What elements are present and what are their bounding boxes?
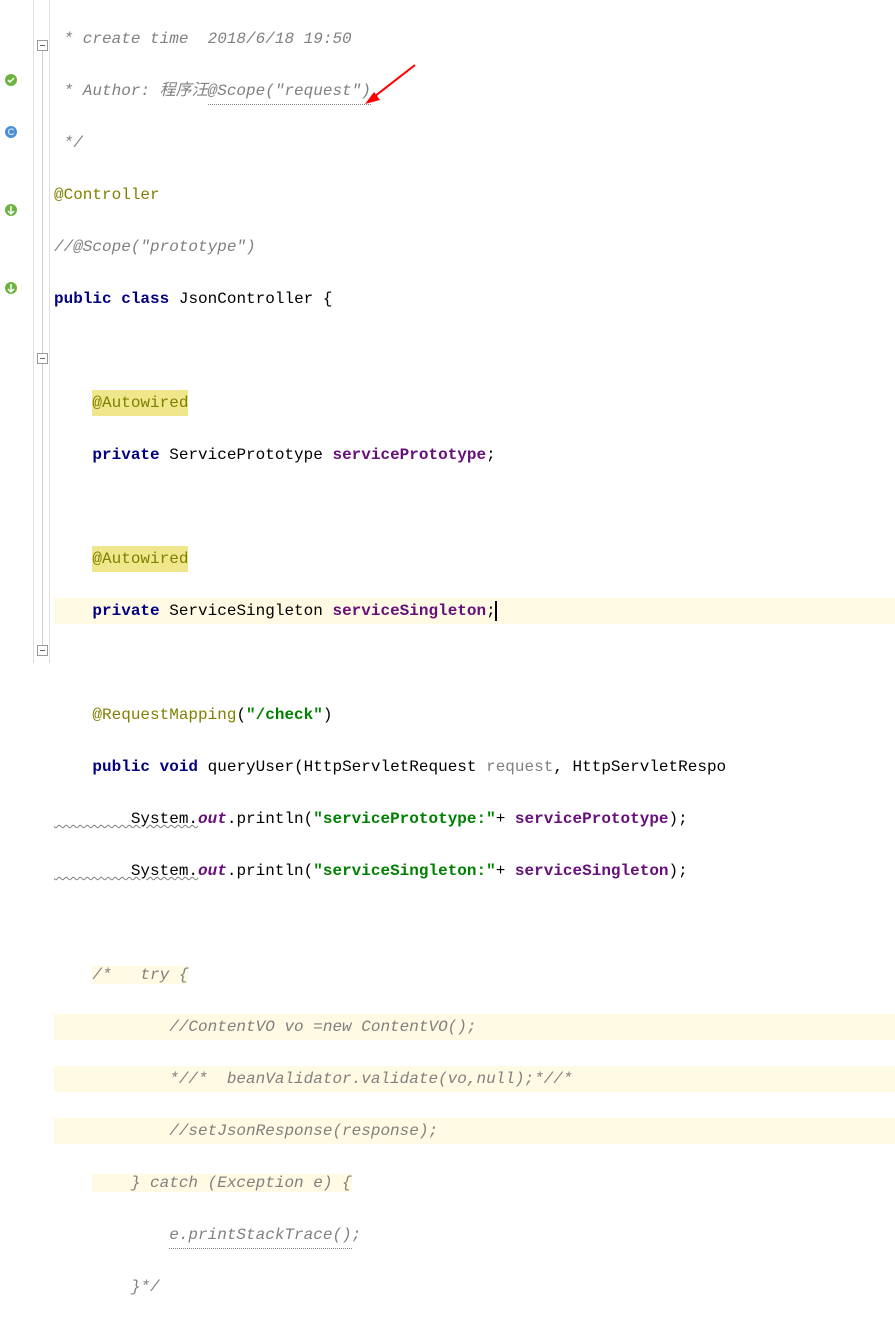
code-line[interactable] — [54, 494, 895, 520]
code-line[interactable]: private ServicePrototype servicePrototyp… — [54, 442, 895, 468]
autowired-icon[interactable] — [4, 203, 18, 217]
code-line[interactable]: //ContentVO vo =new ContentVO(); — [54, 1014, 895, 1040]
code-line[interactable]: @RequestMapping("/check") — [54, 702, 895, 728]
code-line[interactable]: System.out.println("serviceSingleton:"+ … — [54, 858, 895, 884]
caret — [495, 601, 497, 621]
code-line[interactable]: //@Scope("prototype") — [54, 234, 895, 260]
code-line[interactable]: @Autowired — [54, 546, 895, 572]
editor-container: C * create time 2018/6/18 19:50 * Author… — [0, 0, 895, 663]
code-area[interactable]: * create time 2018/6/18 19:50 * Author: … — [50, 0, 895, 663]
class-icon[interactable]: C — [4, 125, 18, 139]
fold-end-icon[interactable] — [37, 40, 48, 51]
code-line[interactable]: public class JsonController { — [54, 286, 895, 312]
code-line[interactable]: public void queryUser(HttpServletRequest… — [54, 754, 895, 780]
code-line[interactable]: @Autowired — [54, 390, 895, 416]
code-line[interactable]: *//* beanValidator.validate(vo,null);*//… — [54, 1066, 895, 1092]
code-line[interactable] — [54, 650, 895, 676]
fold-start-icon[interactable] — [37, 353, 48, 364]
fold-end-icon[interactable] — [37, 645, 48, 656]
code-line[interactable]: */ — [54, 130, 895, 156]
gutter: C — [0, 0, 50, 663]
code-line[interactable]: }*/ — [54, 1274, 895, 1300]
autowired-icon[interactable] — [4, 281, 18, 295]
code-line[interactable] — [54, 338, 895, 364]
svg-text:C: C — [8, 127, 15, 137]
spring-bean-icon[interactable] — [4, 73, 18, 87]
code-line[interactable]: //setJsonResponse(response); — [54, 1118, 895, 1144]
code-line[interactable]: * Author: 程序汪@Scope("request") — [54, 78, 895, 104]
code-line-active[interactable]: private ServiceSingleton serviceSingleto… — [54, 598, 895, 624]
code-line[interactable] — [54, 910, 895, 936]
code-line[interactable]: * create time 2018/6/18 19:50 — [54, 26, 895, 52]
code-line[interactable]: @Controller — [54, 182, 895, 208]
code-line[interactable]: System.out.println("servicePrototype:"+ … — [54, 806, 895, 832]
code-line[interactable]: /* try { — [54, 962, 895, 988]
code-line[interactable]: } catch (Exception e) { — [54, 1170, 895, 1196]
code-line[interactable]: e.printStackTrace(); — [54, 1222, 895, 1248]
